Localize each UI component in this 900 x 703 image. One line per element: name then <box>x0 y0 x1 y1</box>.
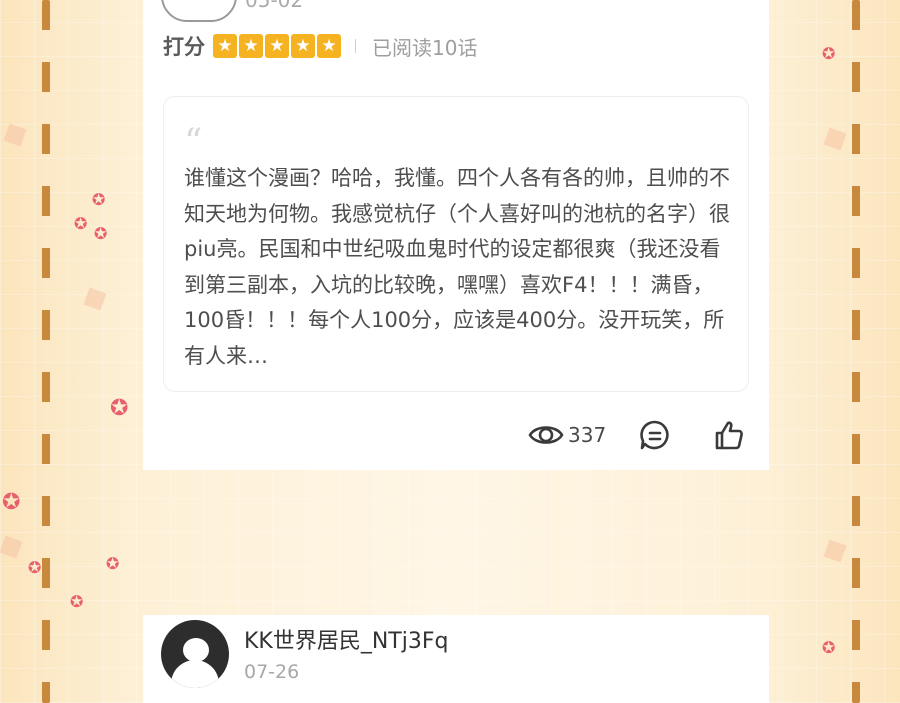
next-review-card: KK世界居民_NTj3Fq 07-26 <box>143 615 769 703</box>
avatar[interactable] <box>161 0 237 22</box>
review-text[interactable]: 谁懂这个漫画？哈哈，我懂。四个人各有各的帅，且帅的不知天地为何物。我感觉杭仔（个… <box>184 161 732 376</box>
decor-star-icon: ✪ <box>822 44 836 63</box>
decor-star-icon: ✪ <box>92 190 106 209</box>
decor-star-icon: ✪ <box>2 490 21 515</box>
decor-star-icon: ✪ <box>74 214 88 233</box>
star-icon: ★ <box>213 34 237 58</box>
avatar[interactable] <box>161 620 229 688</box>
left-dashed-border <box>42 0 50 703</box>
rating-stars: ★ ★ ★ ★ ★ <box>213 34 341 58</box>
star-icon: ★ <box>317 34 341 58</box>
decor-star-icon: ✪ <box>822 638 836 657</box>
divider <box>355 39 356 53</box>
decor-star-icon: ✪ <box>70 592 84 611</box>
decor-star-icon: ✪ <box>28 558 42 577</box>
decor-star-icon: ✪ <box>94 224 108 243</box>
like-button[interactable] <box>713 415 745 455</box>
view-count: 337 <box>568 423 607 447</box>
comment-button[interactable] <box>639 415 671 455</box>
star-icon: ★ <box>291 34 315 58</box>
eye-icon <box>528 426 564 444</box>
rating-label: 打分 <box>163 35 205 59</box>
thumbs-up-icon <box>715 421 743 450</box>
view-count-button[interactable]: 337 <box>528 415 606 455</box>
star-icon: ★ <box>265 34 289 58</box>
avatar-head <box>183 638 209 662</box>
read-progress: 已阅读10话 <box>372 35 478 60</box>
review-date: 05-02 <box>245 0 304 12</box>
quote-icon: “ <box>184 122 203 163</box>
review-card: 05-02 打分 ★ ★ ★ ★ ★ 已阅读10话 “ 谁懂这个漫画？哈哈，我懂… <box>143 0 769 470</box>
username[interactable]: KK世界居民_NTj3Fq <box>244 623 448 655</box>
avatar-body <box>171 660 219 688</box>
right-dashed-border <box>852 0 860 703</box>
decor-star-icon: ✪ <box>106 554 120 573</box>
review-quote-box[interactable]: “ 谁懂这个漫画？哈哈，我懂。四个人各有各的帅，且帅的不知天地为何物。我感觉杭仔… <box>163 96 749 392</box>
comment-date: 07-26 <box>244 661 300 683</box>
rating-row: 打分 ★ ★ ★ ★ ★ 已阅读10话 <box>163 30 477 62</box>
star-icon: ★ <box>239 34 263 58</box>
decor-star-icon: ✪ <box>110 396 129 421</box>
comment-icon <box>640 420 669 450</box>
